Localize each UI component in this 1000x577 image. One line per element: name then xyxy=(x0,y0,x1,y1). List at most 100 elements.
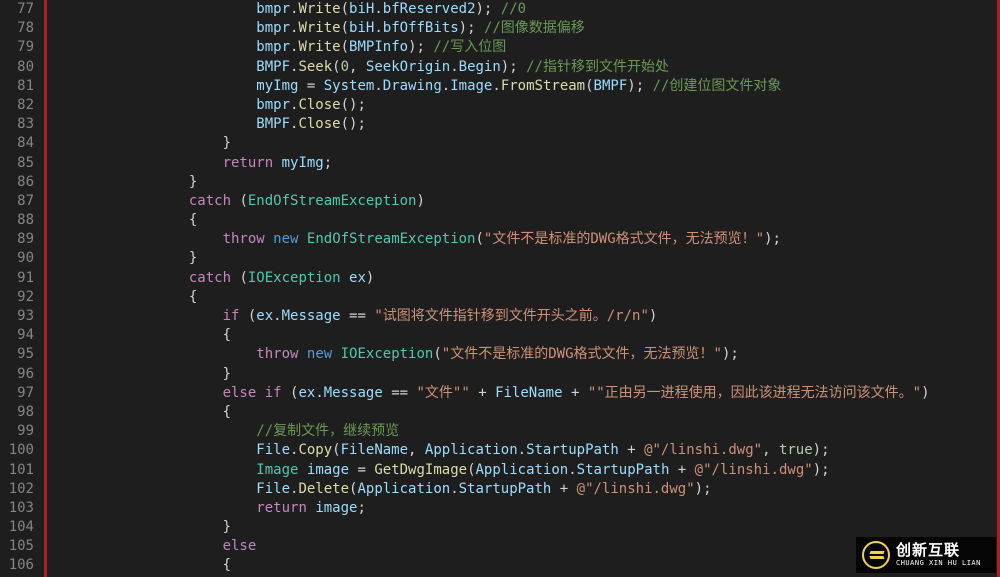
code-line[interactable]: bmpr.Write(biH.bfReserved2); //0 xyxy=(54,0,1000,19)
line-number: 94 xyxy=(0,326,34,345)
code-line[interactable]: //复制文件，继续预览 xyxy=(54,422,1000,441)
token-id: Application xyxy=(425,442,518,458)
token-fn: Seek xyxy=(298,59,332,75)
token-pn: . xyxy=(315,385,323,401)
code-line[interactable]: return myImg; xyxy=(54,154,1000,173)
token-pn: { xyxy=(223,327,231,343)
code-area[interactable]: bmpr.Write(biH.bfReserved2); //0 bmpr.Wr… xyxy=(42,0,1000,577)
token-str: @"/linshi.dwg" xyxy=(695,462,813,478)
token-kw: throw xyxy=(256,346,298,362)
token-pn: } xyxy=(223,519,231,535)
token-id: Message xyxy=(324,385,383,401)
code-line[interactable]: { xyxy=(54,403,1000,422)
line-number: 102 xyxy=(0,480,34,499)
code-line[interactable]: bmpr.Write(biH.bfOffBits); //图像数据偏移 xyxy=(54,19,1000,38)
token-pn: = xyxy=(298,78,323,94)
code-line[interactable]: bmpr.Close(); xyxy=(54,96,1000,115)
token-fn: Write xyxy=(298,39,340,55)
token-id: bmpr xyxy=(256,97,290,113)
code-line[interactable]: throw new IOException("文件不是标准的DWG格式文件，无法… xyxy=(54,345,1000,364)
code-line[interactable]: } xyxy=(54,249,1000,268)
code-line[interactable]: else if (ex.Message == "文件"" + FileName … xyxy=(54,384,1000,403)
line-number: 92 xyxy=(0,288,34,307)
code-line[interactable]: throw new EndOfStreamException("文件不是标准的D… xyxy=(54,230,1000,249)
token-pn: } xyxy=(189,174,197,190)
token-fn: Copy xyxy=(298,442,332,458)
logo-text-en: CHUANG XIN HU LIAN xyxy=(896,560,981,567)
token-pn: + xyxy=(563,385,588,401)
token-pn: + xyxy=(551,481,576,497)
code-line[interactable]: File.Copy(FileName, Application.StartupP… xyxy=(54,441,1000,460)
ruler-left xyxy=(44,0,47,577)
line-number-gutter: 7778798081828384858687888990919293949596… xyxy=(0,0,42,577)
token-fn: GetDwgImage xyxy=(374,462,467,478)
token-pn: . xyxy=(450,59,458,75)
code-line[interactable]: BMPF.Seek(0, SeekOrigin.Begin); //指针移到文件… xyxy=(54,58,1000,77)
code-line[interactable]: File.Delete(Application.StartupPath + @"… xyxy=(54,480,1000,499)
token-pn xyxy=(298,346,306,362)
token-id: myImg xyxy=(282,155,324,171)
token-id: SeekOrigin xyxy=(366,59,450,75)
token-pn: ( xyxy=(332,442,340,458)
token-id: BMPInfo xyxy=(349,39,408,55)
token-pn: { xyxy=(223,557,231,573)
token-kw: if xyxy=(223,308,240,324)
token-id: Application xyxy=(357,481,450,497)
line-number: 98 xyxy=(0,403,34,422)
token-pn: ) xyxy=(366,270,374,286)
token-pn: ( xyxy=(433,346,441,362)
token-id: File xyxy=(256,442,290,458)
token-pn: ( xyxy=(231,193,248,209)
code-line[interactable]: } xyxy=(54,134,1000,153)
token-pn: ); xyxy=(476,1,501,17)
token-id: StartupPath xyxy=(459,481,552,497)
code-line[interactable]: Image image = GetDwgImage(Application.St… xyxy=(54,461,1000,480)
token-pn: . xyxy=(374,20,382,36)
token-kw: else xyxy=(223,385,257,401)
token-fn: FromStream xyxy=(501,78,585,94)
token-id: StartupPath xyxy=(526,442,619,458)
code-line[interactable]: } xyxy=(54,365,1000,384)
token-type: EndOfStreamException xyxy=(248,193,417,209)
token-cmt: //0 xyxy=(501,1,526,17)
code-line[interactable]: catch (EndOfStreamException) xyxy=(54,192,1000,211)
token-id: BMPF xyxy=(256,116,290,132)
token-pn: ); xyxy=(764,231,781,247)
token-pn xyxy=(298,462,306,478)
code-line[interactable]: bmpr.Write(BMPInfo); //写入位图 xyxy=(54,38,1000,57)
token-id: bmpr xyxy=(256,20,290,36)
line-number: 103 xyxy=(0,499,34,518)
token-pn: } xyxy=(223,366,231,382)
token-id: myImg xyxy=(256,78,298,94)
token-cmt: //图像数据偏移 xyxy=(484,20,585,36)
code-editor[interactable]: 7778798081828384858687888990919293949596… xyxy=(0,0,1000,577)
token-pn: ; xyxy=(357,500,365,516)
line-number: 88 xyxy=(0,211,34,230)
token-id: System xyxy=(324,78,375,94)
code-line[interactable]: return image; xyxy=(54,499,1000,518)
code-line[interactable]: catch (IOException ex) xyxy=(54,269,1000,288)
code-line[interactable]: } xyxy=(54,518,1000,537)
token-pn: ); xyxy=(813,442,830,458)
code-line[interactable]: myImg = System.Drawing.Image.FromStream(… xyxy=(54,77,1000,96)
token-cmt: //复制文件，继续预览 xyxy=(256,423,399,439)
token-fn: Close xyxy=(298,97,340,113)
token-id: biH xyxy=(349,20,374,36)
code-line[interactable]: } xyxy=(54,173,1000,192)
token-pn: ); xyxy=(813,462,830,478)
code-line[interactable]: { xyxy=(54,326,1000,345)
token-id: ex xyxy=(349,270,366,286)
token-cmt: //指针移到文件开始处 xyxy=(526,59,669,75)
code-line[interactable]: { xyxy=(54,211,1000,230)
line-number: 96 xyxy=(0,365,34,384)
token-pn xyxy=(273,155,281,171)
token-fn: Write xyxy=(298,20,340,36)
code-line[interactable]: { xyxy=(54,288,1000,307)
token-kw: return xyxy=(223,155,274,171)
code-line[interactable]: if (ex.Message == "试图将文件指针移到文件开头之前。/r/n"… xyxy=(54,307,1000,326)
token-pn: ); xyxy=(627,78,652,94)
logo-icon xyxy=(862,541,890,569)
token-pn: ) xyxy=(921,385,929,401)
code-line[interactable]: BMPF.Close(); xyxy=(54,115,1000,134)
token-id: bfReserved2 xyxy=(383,1,476,17)
